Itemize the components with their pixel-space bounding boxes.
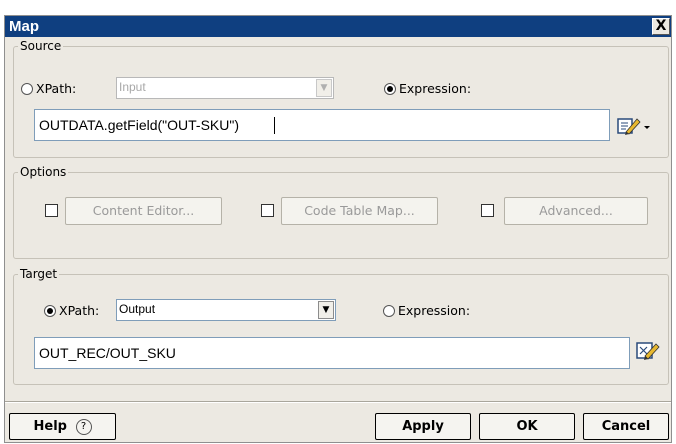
- edit-xpath-icon: [636, 342, 660, 360]
- target-xpath-path-value: OUT_REC/OUT_SKU: [39, 345, 176, 361]
- title-bar[interactable]: Map X: [5, 16, 671, 37]
- target-xpath-value: Output: [119, 302, 156, 316]
- target-xpath-radio[interactable]: [44, 305, 56, 317]
- question-icon: ?: [75, 418, 92, 435]
- target-legend: Target: [20, 267, 58, 281]
- target-expression-label: Expression:: [398, 303, 471, 318]
- cancel-button[interactable]: Cancel: [583, 413, 669, 440]
- target-xpath-label: XPath:: [59, 303, 100, 318]
- text-cursor: [274, 117, 275, 134]
- map-dialog: Map X Source XPath: Input ▼ Expression: …: [4, 15, 672, 443]
- code-table-map-button[interactable]: Code Table Map...: [281, 197, 438, 225]
- code-table-map-checkbox[interactable]: [261, 204, 274, 217]
- close-button[interactable]: X: [652, 18, 670, 35]
- source-expression-field[interactable]: OUTDATA.getField("OUT-SKU"): [34, 109, 610, 141]
- expression-editor-button[interactable]: [616, 115, 656, 137]
- chevron-down-icon[interactable]: ▼: [316, 79, 332, 97]
- source-expression-label: Expression:: [399, 81, 472, 96]
- edit-expression-icon: [617, 118, 650, 135]
- advanced-checkbox[interactable]: [481, 204, 494, 217]
- ok-button[interactable]: OK: [479, 413, 575, 440]
- source-expression-radio[interactable]: [384, 83, 396, 95]
- content-editor-button[interactable]: Content Editor...: [65, 197, 222, 225]
- source-legend: Source: [20, 39, 62, 53]
- apply-button[interactable]: Apply: [375, 413, 471, 440]
- content-editor-checkbox[interactable]: [45, 204, 58, 217]
- source-xpath-radio[interactable]: [21, 83, 33, 95]
- close-icon: X: [655, 18, 667, 34]
- target-xpath-select[interactable]: Output ▼: [116, 299, 336, 321]
- footer-separator-highlight: [5, 402, 671, 403]
- source-xpath-select[interactable]: Input ▼: [116, 77, 334, 99]
- window-title: Map: [9, 18, 39, 35]
- target-expression-radio[interactable]: [383, 305, 395, 317]
- xpath-editor-button[interactable]: [634, 340, 660, 362]
- advanced-button[interactable]: Advanced...: [504, 197, 648, 225]
- chevron-down-icon[interactable]: ▼: [318, 301, 334, 319]
- source-xpath-label: XPath:: [36, 81, 77, 96]
- source-xpath-value: Input: [119, 80, 146, 94]
- help-label: Help: [33, 419, 67, 434]
- target-xpath-field[interactable]: OUT_REC/OUT_SKU: [34, 337, 630, 369]
- options-legend: Options: [20, 165, 67, 179]
- source-expression-value: OUTDATA.getField("OUT-SKU"): [39, 117, 239, 133]
- help-button[interactable]: Help ?: [9, 413, 116, 440]
